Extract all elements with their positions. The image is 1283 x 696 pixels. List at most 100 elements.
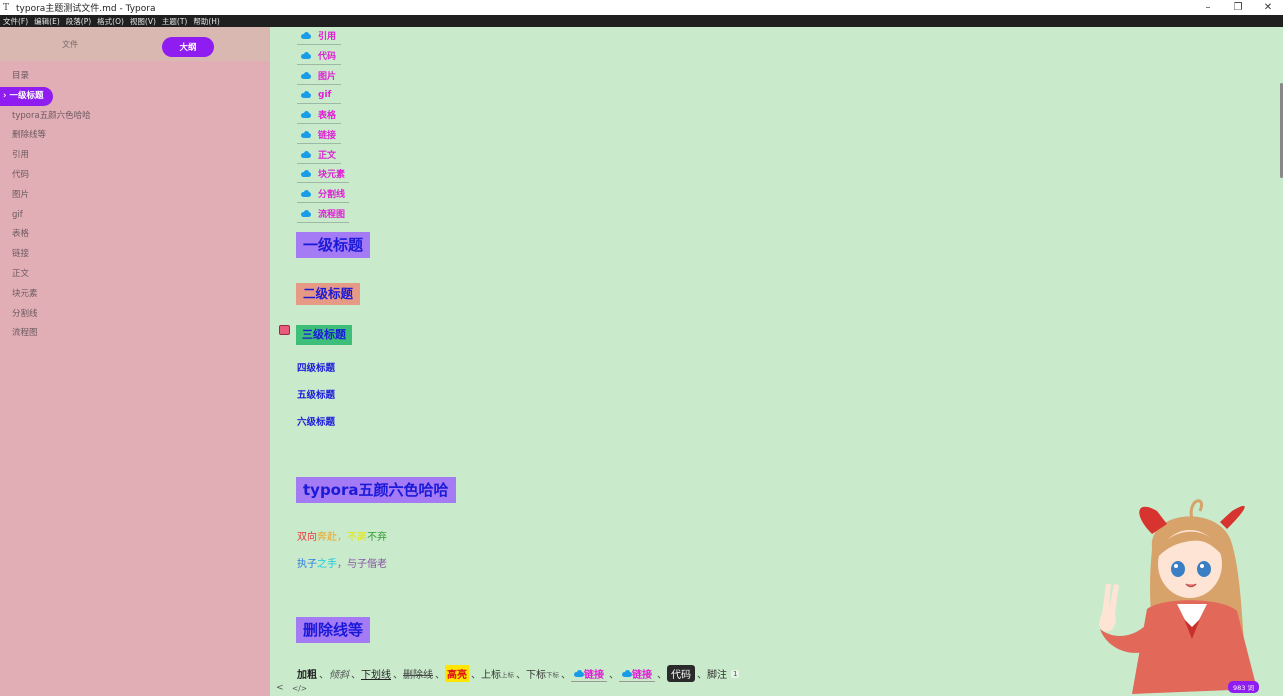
toc-item[interactable]: 表格	[297, 106, 341, 125]
outline-item-strike[interactable]: 删除线等	[0, 126, 270, 146]
menu-bar: 文件(F) 编辑(E) 段落(P) 格式(O) 视图(V) 主题(T) 帮助(H…	[0, 15, 1283, 27]
toc-link[interactable]: gif	[318, 90, 331, 100]
separator: 、	[516, 670, 526, 681]
heading-3: 三级标题	[296, 325, 352, 345]
toc-item[interactable]: 分割线	[297, 185, 350, 204]
toc-link[interactable]: 表格	[318, 108, 336, 121]
subscript-text: 下标	[546, 670, 559, 679]
toc-item[interactable]: gif	[297, 86, 341, 105]
outline-item-block[interactable]: 块元素	[0, 285, 270, 305]
menu-paragraph[interactable]: 段落(P)	[63, 16, 94, 27]
outline-item-flowchart[interactable]: 流程图	[0, 324, 270, 344]
toc-item[interactable]: 流程图	[297, 205, 350, 223]
menu-view[interactable]: 视图(V)	[127, 16, 159, 27]
colorful-line-1: 双向奔赴，不离不弃	[297, 528, 387, 543]
toc-link[interactable]: 正文	[318, 148, 336, 161]
colorful-line-2: 执子之手，与子偕老	[297, 555, 387, 570]
inline-code: 代码	[667, 665, 695, 682]
back-icon[interactable]: <	[276, 683, 284, 693]
link-label: 链接	[632, 669, 652, 681]
formatting-line: 加粗、 倾斜、 下划线、 删除线、 高亮、 上标 上标、 下标 下标、 链接、 链接…	[297, 665, 740, 682]
toc-item[interactable]: 块元素	[297, 165, 350, 184]
outline-item-label: 图片	[12, 189, 30, 200]
close-button[interactable]: ✕	[1253, 0, 1283, 15]
color-text: ，	[337, 532, 347, 543]
toc-link[interactable]: 链接	[318, 128, 336, 141]
outline-list: 目录 › 一级标题 typora五颜六色哈哈 删除线等 引用 代码 图片 gif…	[0, 67, 270, 344]
outline-item-quote[interactable]: 引用	[0, 146, 270, 166]
outline-item-link[interactable]: 链接	[0, 245, 270, 265]
outline-item-label: 表格	[12, 229, 30, 240]
typora-app-icon: T	[3, 2, 10, 13]
outline-item-gif[interactable]: gif	[0, 206, 270, 226]
toc-link[interactable]: 流程图	[318, 207, 345, 220]
heading-marker-icon[interactable]	[279, 325, 290, 335]
menu-edit[interactable]: 编辑(E)	[31, 16, 63, 27]
sub-prefix: 下标	[526, 670, 546, 681]
maximize-button[interactable]: ❐	[1223, 0, 1253, 15]
tab-files[interactable]: 文件	[62, 39, 78, 50]
menu-help[interactable]: 帮助(H)	[190, 16, 223, 27]
heading-6: 六级标题	[297, 417, 336, 428]
cloud-icon	[301, 150, 311, 158]
outline-item-label: 分割线	[12, 308, 38, 319]
toc-link[interactable]: 引用	[318, 29, 336, 42]
outline-item-label: 删除线等	[12, 130, 47, 141]
sidebar: 文件 大纲 目录 › 一级标题 typora五颜六色哈哈 删除线等 引用 代码 …	[0, 27, 270, 696]
menu-theme[interactable]: 主题(T)	[159, 16, 190, 27]
outline-item-label: typora五颜六色哈哈	[12, 110, 91, 121]
cloud-icon	[301, 32, 311, 40]
outline-item-h1[interactable]: › 一级标题	[0, 86, 270, 107]
color-text: ，与子偕老	[337, 559, 387, 570]
toc-link[interactable]: 图片	[318, 69, 336, 82]
toc-item[interactable]: 正文	[297, 145, 341, 164]
link-2[interactable]: 链接	[619, 666, 655, 682]
menu-file[interactable]: 文件(F)	[0, 16, 31, 27]
strike-text: 删除线	[403, 670, 433, 681]
heading-2: 二级标题	[296, 283, 361, 305]
toc-link[interactable]: 分割线	[318, 187, 345, 200]
italic-text: 倾斜	[329, 670, 349, 681]
separator: 、	[471, 670, 481, 681]
minimize-button[interactable]: –	[1193, 0, 1223, 15]
underline-text: 下划线	[361, 670, 391, 681]
source-code-toggle-icon[interactable]: </>	[292, 684, 307, 693]
outline-item-code[interactable]: 代码	[0, 166, 270, 186]
separator: 、	[609, 670, 619, 681]
footnote-text: 脚注	[707, 670, 727, 681]
menu-format[interactable]: 格式(O)	[94, 16, 127, 27]
color-text: 之手	[317, 559, 337, 570]
toc-item[interactable]: 链接	[297, 126, 341, 144]
sidebar-header: 文件 大纲	[0, 27, 270, 61]
outline-item-divider[interactable]: 分割线	[0, 305, 270, 325]
outline-item-table[interactable]: 表格	[0, 225, 270, 245]
outline-item-label: 代码	[12, 169, 30, 180]
cloud-icon	[301, 51, 311, 59]
separator: 、	[697, 670, 707, 681]
toc-item[interactable]: 引用	[297, 27, 341, 46]
toc-item[interactable]: 图片	[297, 66, 341, 85]
toc-link[interactable]: 代码	[318, 49, 336, 62]
separator: 、	[351, 670, 361, 681]
tab-outline[interactable]: 大纲	[162, 37, 214, 57]
outline-item-body[interactable]: 正文	[0, 265, 270, 285]
cloud-icon	[301, 170, 311, 178]
outline-item-toc[interactable]: 目录	[0, 67, 270, 87]
outline-active-pill: › 一级标题	[0, 86, 54, 106]
link-1[interactable]: 链接	[571, 666, 607, 682]
word-count-badge[interactable]: 983 词	[1228, 681, 1259, 693]
outline-item-image[interactable]: 图片	[0, 186, 270, 206]
outline-item-colorful[interactable]: typora五颜六色哈哈	[0, 107, 270, 127]
heading-strike: 删除线等	[296, 617, 371, 643]
footnote-ref[interactable]: 1	[731, 669, 740, 678]
outline-item-label: 链接	[12, 249, 30, 260]
editor-area[interactable]: 引用 代码 图片 gif 表格 链接 正文 块元素 分割线 流程图 一级标题 二…	[270, 27, 1283, 696]
cloud-icon	[301, 91, 311, 99]
toc-link[interactable]: 块元素	[318, 167, 345, 180]
outline-item-label: 目录	[12, 71, 30, 81]
anime-mascot-image	[1099, 499, 1257, 694]
heading-1: 一级标题	[296, 232, 371, 258]
color-text: 奔赴	[317, 532, 337, 543]
toc-item[interactable]: 代码	[297, 47, 341, 65]
separator: 、	[319, 670, 329, 681]
